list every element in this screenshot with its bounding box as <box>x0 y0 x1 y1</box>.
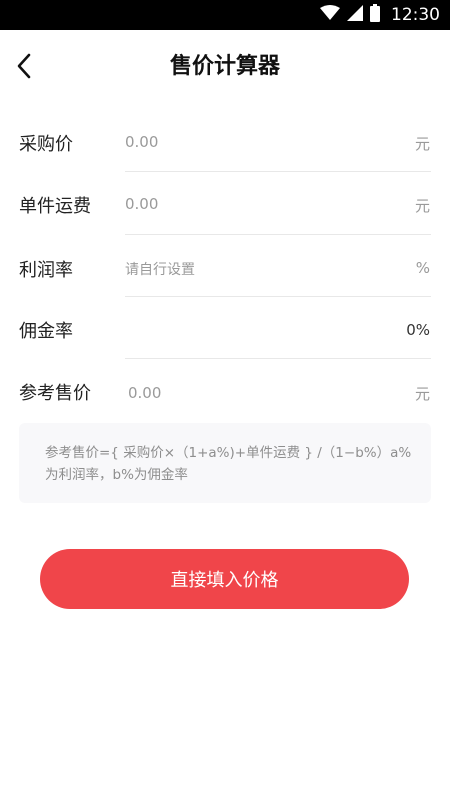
formula-hint: 参考售价={ 采购价×（1+a%)+单件运费 } /（1−b%）a%为利润率，b… <box>19 423 431 503</box>
form-row-purchase-price: 采购价 0.00 元 <box>0 111 450 173</box>
fill-price-button[interactable]: 直接填入价格 <box>40 549 409 609</box>
form-row-reference-price: 参考售价 0.00 元 <box>0 359 450 421</box>
purchase-price-unit: 元 <box>414 135 430 153</box>
profit-rate-label: 利润率 <box>19 260 73 281</box>
commission-rate-label: 佣金率 <box>19 321 73 342</box>
purchase-price-label: 采购价 <box>19 134 73 155</box>
form-row-shipping: 单件运费 0.00 元 <box>0 173 450 235</box>
commission-rate-value: 0% <box>406 321 430 339</box>
status-time: 12:30 <box>391 5 440 25</box>
divider <box>125 171 431 172</box>
wifi-icon <box>320 5 340 25</box>
signal-icon <box>347 5 363 25</box>
reference-price-unit: 元 <box>414 385 430 403</box>
profit-rate-input[interactable]: 请自行设置 <box>125 259 195 279</box>
profit-rate-unit: % <box>415 259 430 277</box>
reference-price-value: 0.00 <box>128 384 162 402</box>
status-bar: 12:30 <box>0 0 450 30</box>
purchase-price-input[interactable]: 0.00 <box>125 133 158 151</box>
form-row-profit-rate: 利润率 请自行设置 % <box>0 235 450 297</box>
reference-price-label: 参考售价 <box>19 383 91 404</box>
page-title: 售价计算器 <box>169 54 280 79</box>
status-icons: 12:30 <box>320 0 440 30</box>
shipping-unit: 元 <box>414 197 430 215</box>
shipping-input[interactable]: 0.00 <box>125 195 158 213</box>
form-row-commission-rate: 佣金率 0% <box>0 297 450 359</box>
battery-icon <box>370 4 380 26</box>
nav-bar: 售价计算器 <box>0 30 450 102</box>
shipping-label: 单件运费 <box>19 196 91 217</box>
